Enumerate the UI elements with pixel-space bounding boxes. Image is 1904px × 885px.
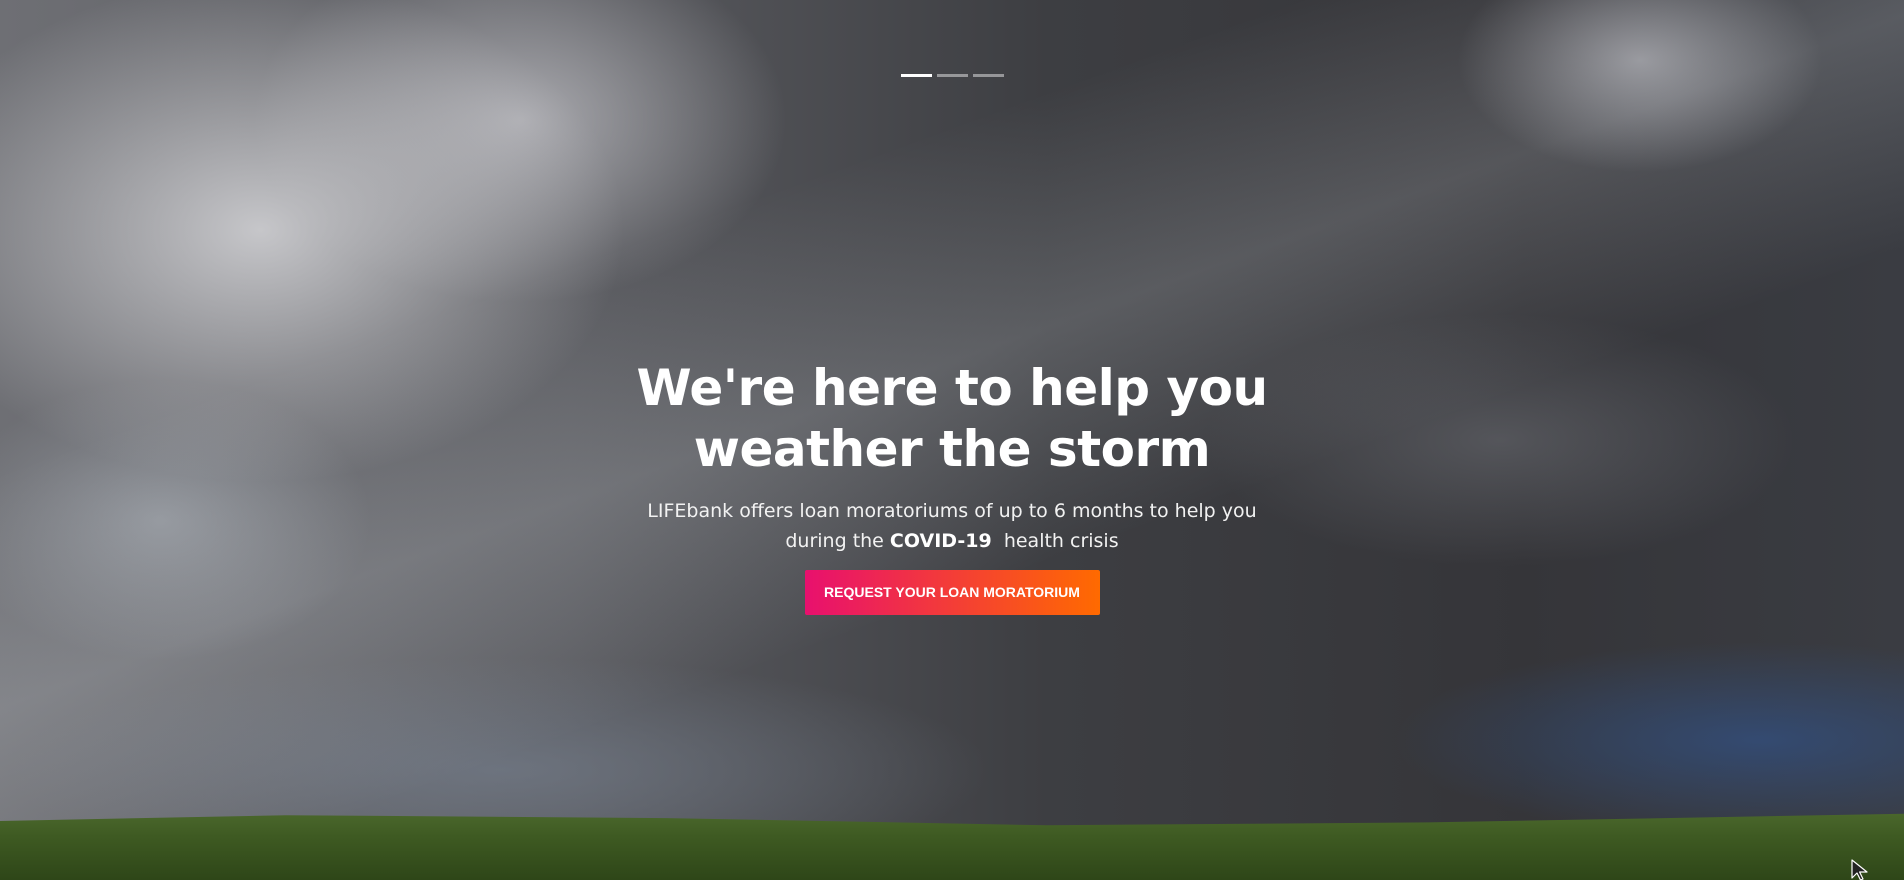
slider-dot-2[interactable]	[937, 74, 968, 77]
slider-pagination	[901, 74, 1004, 77]
slider-dot-1[interactable]	[901, 74, 932, 77]
slider-dot-3[interactable]	[973, 74, 1004, 77]
headline-line-2: weather the storm	[693, 420, 1211, 478]
headline-line-1: We're here to help you	[636, 359, 1268, 417]
mouse-cursor-icon	[1851, 859, 1868, 881]
request-loan-moratorium-button[interactable]: REQUEST YOUR LOAN MORATORIUM	[804, 570, 1100, 615]
hero-subtitle: LIFEbank offers loan moratoriums of up t…	[632, 496, 1272, 556]
subtitle-line-2-suffix: health crisis	[991, 530, 1119, 552]
hero-banner: We're here to help you weather the storm…	[0, 0, 1904, 880]
subtitle-line-2-prefix: during the	[785, 530, 890, 552]
hero-content: We're here to help you weather the storm…	[552, 358, 1352, 615]
hero-headline: We're here to help you weather the storm	[552, 358, 1352, 480]
subtitle-covid-label: COVID-19	[889, 530, 992, 552]
subtitle-line-1: LIFEbank offers loan moratoriums of up t…	[647, 500, 1257, 522]
